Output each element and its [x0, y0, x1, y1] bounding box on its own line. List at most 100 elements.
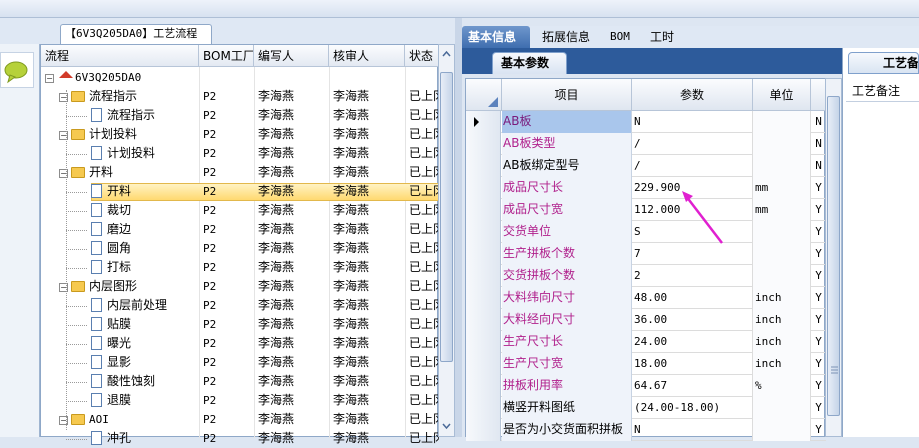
param-value-cell[interactable]: 24.00	[632, 331, 753, 353]
param-row[interactable]: 拼板利用率 64.67% Y	[466, 375, 826, 397]
tree-row[interactable]: 酸性蚀刻 P2 李海燕 李海燕 已上冈	[41, 372, 439, 391]
notes-divider	[846, 101, 919, 102]
tab-basic-params[interactable]: 基本参数	[492, 52, 567, 74]
tab-bom[interactable]: BOM	[604, 26, 636, 48]
row-header[interactable]	[466, 353, 501, 375]
row-header[interactable]	[466, 221, 501, 243]
tree-node-label: 显影	[107, 355, 132, 369]
folder-icon	[71, 91, 85, 102]
tree-row[interactable]: −开料P2李海燕李海燕已上冈	[41, 163, 439, 182]
param-flag-cell: Y	[815, 401, 822, 414]
tree-row[interactable]: 贴膜 P2 李海燕 李海燕 已上冈	[41, 315, 439, 334]
scroll-up-icon[interactable]	[440, 46, 453, 62]
row-header[interactable]	[466, 155, 501, 177]
tab-work-hours[interactable]: 工时	[644, 26, 680, 48]
tree-node-label: 酸性蚀刻	[107, 374, 156, 388]
param-row[interactable]: 生产拼板个数 7 Y	[466, 243, 826, 265]
tab-process-flow[interactable]: 【6V3Q205DA0】工艺流程	[60, 24, 212, 44]
tree-row[interactable]: − 6V3Q205DA0	[41, 68, 439, 87]
tree-row[interactable]: 计划投料 P2 李海燕 李海燕 已上冈	[41, 144, 439, 163]
param-row[interactable]: AB板类型 / N	[466, 133, 826, 155]
tree-row[interactable]: 退膜 P2 李海燕 李海燕 已上冈	[41, 391, 439, 410]
param-value-cell[interactable]: /	[632, 155, 753, 177]
param-value-cell[interactable]: 18.00	[632, 353, 753, 375]
reviewer-cell: 李海燕	[333, 222, 370, 236]
param-row[interactable]: 交货拼板个数 2 Y	[466, 265, 826, 287]
row-header[interactable]	[466, 111, 501, 133]
params-scroll-thumb[interactable]	[827, 96, 840, 416]
row-header[interactable]	[466, 177, 501, 199]
tree-row[interactable]: −计划投料P2李海燕李海燕已上冈	[41, 125, 439, 144]
tree-row[interactable]: −AOIP2李海燕李海燕已上冈	[41, 410, 439, 429]
row-header[interactable]	[466, 287, 501, 309]
row-header[interactable]	[466, 199, 501, 221]
tree-row[interactable]: 打标 P2 李海燕 李海燕 已上冈	[41, 258, 439, 277]
panel-splitter[interactable]	[455, 18, 462, 437]
tree-row[interactable]: 内层前处理 P2 李海燕 李海燕 已上冈	[41, 296, 439, 315]
param-row[interactable]: 生产尺寸宽 18.00 inch Y	[466, 353, 826, 375]
row-header[interactable]	[466, 419, 501, 441]
row-header[interactable]	[466, 265, 501, 287]
tree-row[interactable]: 流程指示 P2 李海燕 李海燕 已上冈	[41, 106, 439, 125]
tree-row[interactable]: 曝光 P2 李海燕 李海燕 已上冈	[41, 334, 439, 353]
param-value-cell[interactable]: 2	[632, 265, 753, 287]
param-row[interactable]: 成品尺寸宽 112.000 mm Y	[466, 199, 826, 221]
param-row[interactable]: 横竖开料图纸 (24.00-18.00) Y	[466, 397, 826, 419]
tab-extended-info[interactable]: 拓展信息	[536, 26, 596, 48]
tree-row[interactable]: 显影 P2 李海燕 李海燕 已上冈	[41, 353, 439, 372]
status-cell: 已上冈	[409, 146, 439, 160]
tree-row[interactable]: 裁切 P2 李海燕 李海燕 已上冈	[41, 201, 439, 220]
tree-row[interactable]: −内层图形P2李海燕李海燕已上冈	[41, 277, 439, 296]
bom-factory-cell: P2	[203, 261, 217, 274]
param-row[interactable]: AB板绑定型号 / N	[466, 155, 826, 177]
row-header[interactable]	[466, 375, 501, 397]
row-header[interactable]	[466, 133, 501, 155]
scroll-down-icon[interactable]	[440, 418, 453, 434]
param-row[interactable]: 是否为小交货面积拼板 N Y	[466, 419, 826, 441]
tree-row[interactable]: 磨边 P2 李海燕 李海燕 已上冈	[41, 220, 439, 239]
param-value-cell[interactable]: 64.67	[632, 375, 753, 397]
param-name-cell: 大料纬向尺寸	[502, 287, 632, 309]
param-row[interactable]: 生产尺寸长 24.00 inch Y	[466, 331, 826, 353]
param-row[interactable]: AB板 N N	[466, 111, 826, 133]
reviewer-cell: 李海燕	[333, 241, 370, 255]
param-value-cell[interactable]: 48.00	[632, 287, 753, 309]
param-value-cell[interactable]: (24.00-18.00)	[632, 397, 753, 419]
col-header-item[interactable]: 项目	[502, 79, 632, 111]
document-icon	[91, 298, 102, 312]
collapse-toggle-icon[interactable]: −	[45, 74, 54, 83]
writer-cell: 李海燕	[258, 222, 295, 236]
param-value-cell[interactable]: N	[632, 111, 753, 133]
param-row[interactable]: 大料纬向尺寸 48.00 inch Y	[466, 287, 826, 309]
col-header-unit[interactable]: 单位	[753, 79, 811, 111]
param-flag-cell: Y	[815, 291, 822, 304]
param-value-cell[interactable]: 36.00	[632, 309, 753, 331]
param-name-cell: AB板	[502, 111, 632, 133]
param-row[interactable]: 成品尺寸长 229.900 mm Y	[466, 177, 826, 199]
tree-row[interactable]: 开料 P2 李海燕 李海燕 已上冈	[41, 182, 439, 201]
tree-row[interactable]: −流程指示P2李海燕李海燕已上冈	[41, 87, 439, 106]
col-header-reviewer[interactable]: 核审人	[329, 45, 405, 67]
col-header-writer[interactable]: 编写人	[254, 45, 329, 67]
tree-scroll-thumb[interactable]	[440, 72, 453, 362]
row-header[interactable]	[466, 309, 501, 331]
row-header[interactable]	[466, 331, 501, 353]
param-row[interactable]: 大料经向尺寸 36.00 inch Y	[466, 309, 826, 331]
col-header-param[interactable]: 参数	[632, 79, 753, 111]
param-value-cell[interactable]: N	[632, 419, 753, 441]
status-cell: 已上冈	[409, 431, 439, 445]
tab-process-notes[interactable]: 工艺备	[848, 52, 919, 74]
tab-basic-info[interactable]: 基本信息	[462, 26, 530, 48]
col-header-flow[interactable]: 流程	[41, 45, 199, 67]
col-header-bom-factory[interactable]: BOM工厂	[199, 45, 254, 67]
chat-button[interactable]	[0, 52, 34, 88]
param-row[interactable]: 交货单位 S Y	[466, 221, 826, 243]
param-name-cell: AB板类型	[502, 133, 632, 155]
row-header[interactable]	[466, 243, 501, 265]
row-header[interactable]	[466, 397, 501, 419]
reviewer-cell: 李海燕	[333, 279, 370, 293]
param-value-cell[interactable]: /	[632, 133, 753, 155]
tree-row[interactable]: 圆角 P2 李海燕 李海燕 已上冈	[41, 239, 439, 258]
col-header-status[interactable]: 状态	[405, 45, 439, 67]
tree-row[interactable]: 冲孔 P2 李海燕 李海燕 已上冈	[41, 429, 439, 448]
